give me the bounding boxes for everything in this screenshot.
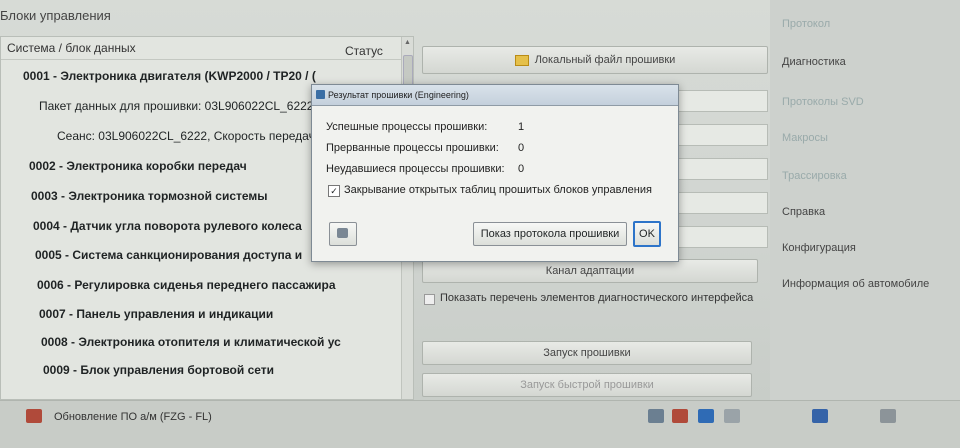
printer-icon bbox=[337, 228, 348, 238]
local-file-label: Локальный файл прошивки bbox=[534, 54, 676, 66]
successful-flash-label: Успешные процессы прошивки: bbox=[326, 121, 488, 133]
list-item[interactable]: 0003 - Электроника тормозной системы bbox=[31, 189, 268, 203]
successful-flash-value: 1 bbox=[518, 121, 525, 133]
local-file-button[interactable]: Локальный файл прошивки bbox=[422, 46, 768, 74]
dialog-title: Результат прошивки (Engineering) bbox=[328, 90, 469, 100]
list-item[interactable]: 0009 - Блок управления бортовой сети bbox=[43, 363, 274, 377]
control-units-title: Блоки управления bbox=[0, 8, 111, 23]
failed-flash-value: 0 bbox=[518, 163, 525, 175]
info-field bbox=[676, 192, 768, 214]
aborted-flash-value: 0 bbox=[518, 142, 525, 154]
nav-item-macros[interactable]: Макросы bbox=[782, 132, 828, 144]
column-header-system[interactable]: Система / блок данных bbox=[7, 41, 136, 55]
start-fast-flash-button[interactable]: Запуск быстрой прошивки bbox=[422, 373, 752, 397]
app-icon bbox=[316, 90, 325, 99]
nav-item-protocol[interactable]: Протокол bbox=[782, 18, 830, 30]
list-item[interactable]: 0004 - Датчик угла поворота рулевого кол… bbox=[33, 219, 302, 233]
settings-icon[interactable] bbox=[880, 409, 896, 423]
list-item[interactable]: 0002 - Электроника коробки передач bbox=[29, 159, 247, 173]
folder-icon bbox=[514, 54, 529, 66]
flash-application-window: Блоки управления Система / блок данных С… bbox=[0, 0, 960, 448]
document-icon[interactable] bbox=[724, 409, 740, 423]
list-item[interactable]: 0007 - Панель управления и индикации bbox=[39, 307, 273, 321]
dialog-titlebar[interactable]: Результат прошивки (Engineering) bbox=[312, 85, 678, 106]
nav-item-tracing[interactable]: Трассировка bbox=[782, 170, 847, 182]
print-button[interactable] bbox=[329, 222, 357, 246]
close-tables-label: Закрывание открытых таблиц прошитых блок… bbox=[344, 184, 652, 196]
ok-button[interactable]: OK bbox=[633, 221, 661, 247]
scroll-up-icon[interactable]: ▲ bbox=[404, 39, 411, 46]
list-item[interactable]: 0008 - Электроника отопителя и климатиче… bbox=[41, 335, 341, 349]
nav-item-diagnostics[interactable]: Диагностика bbox=[782, 56, 846, 68]
status-bar: Обновление ПО а/м (FZG - FL) bbox=[0, 400, 960, 448]
info-field bbox=[676, 226, 768, 248]
list-item[interactable]: 0006 - Регулировка сиденья переднего пас… bbox=[37, 278, 336, 292]
tools-icon[interactable] bbox=[648, 409, 664, 423]
forward-icon[interactable] bbox=[812, 409, 828, 423]
show-protocol-button[interactable]: Показ протокола прошивки bbox=[473, 222, 627, 246]
nav-item-vehicle-info[interactable]: Информация об автомобиле bbox=[782, 278, 929, 290]
info-field bbox=[676, 124, 768, 146]
show-interface-list-checkbox[interactable] bbox=[424, 294, 435, 305]
list-item[interactable]: Сеанс: 03L906022CL_6222, Скорость переда… bbox=[57, 129, 315, 143]
list-item[interactable]: Пакет данных для прошивки: 03L906022CL_6… bbox=[39, 99, 313, 113]
checklist-icon[interactable] bbox=[698, 409, 714, 423]
car-icon bbox=[26, 409, 42, 423]
nav-item-help[interactable]: Справка bbox=[782, 206, 825, 218]
right-navigation: Протокол Диагностика Протоколы SVD Макро… bbox=[770, 0, 960, 400]
list-item[interactable]: 0005 - Система санкционирования доступа … bbox=[35, 248, 302, 262]
failed-flash-label: Неудавшиеся процессы прошивки: bbox=[326, 163, 505, 175]
info-field bbox=[676, 158, 768, 180]
vehicle-icon[interactable] bbox=[672, 409, 688, 423]
column-header-status[interactable]: Статус bbox=[345, 44, 383, 58]
start-flash-button[interactable]: Запуск прошивки bbox=[422, 341, 752, 365]
list-header: Система / блок данных Статус bbox=[1, 37, 401, 60]
nav-item-svd-protocols[interactable]: Протоколы SVD bbox=[782, 96, 864, 108]
show-interface-list-label: Показать перечень элементов диагностичес… bbox=[440, 292, 754, 304]
close-tables-checkbox[interactable]: ✓ bbox=[328, 185, 340, 197]
list-item[interactable]: 0001 - Электроника двигателя (KWP2000 / … bbox=[23, 69, 316, 83]
status-text: Обновление ПО а/м (FZG - FL) bbox=[54, 411, 212, 423]
flash-result-dialog: Результат прошивки (Engineering) Успешны… bbox=[311, 84, 679, 262]
aborted-flash-label: Прерванные процессы прошивки: bbox=[326, 142, 499, 154]
nav-item-configuration[interactable]: Конфигурация bbox=[782, 242, 856, 254]
info-field bbox=[676, 90, 768, 112]
adaptation-channel-button[interactable]: Канал адаптации bbox=[422, 259, 758, 283]
